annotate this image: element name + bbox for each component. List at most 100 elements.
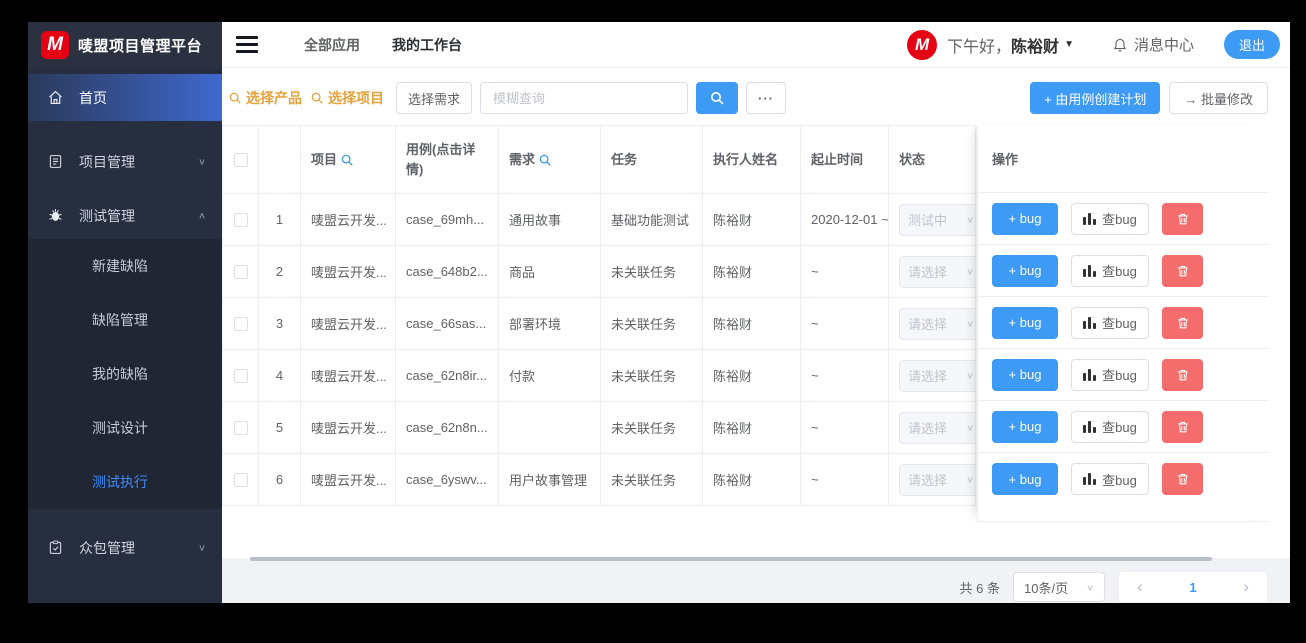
submenu-item-new-defect[interactable]: 新建缺陷 xyxy=(28,239,222,293)
cell-demand: 商品 xyxy=(499,246,601,298)
sidebar-item-test-mgmt[interactable]: 测试管理 ∧ xyxy=(28,192,222,239)
cell-project[interactable]: 唛盟云开发... xyxy=(301,246,396,298)
sidebar-item-project-mgmt[interactable]: 项目管理 ∨ xyxy=(28,138,222,185)
view-bug-button[interactable]: 查bug xyxy=(1071,306,1149,339)
status-select[interactable]: 测试中 ∨ xyxy=(899,203,975,236)
select-product-link[interactable]: 选择产品 xyxy=(228,88,302,108)
submenu-item-test-design[interactable]: 测试设计 xyxy=(28,401,222,455)
view-bug-button[interactable]: 查bug xyxy=(1071,410,1149,443)
prev-page-button[interactable]: ‹ xyxy=(1137,577,1143,597)
view-bug-button[interactable]: 查bug xyxy=(1071,358,1149,391)
status-select[interactable]: 请选择 ∨ xyxy=(899,411,975,444)
cell-usecase[interactable]: case_69mh... xyxy=(396,194,499,246)
cell-usecase[interactable]: case_62n8n... xyxy=(396,402,499,454)
fuzzy-search-input[interactable] xyxy=(480,82,688,114)
create-plan-from-case-button[interactable]: + 由用例创建计划 xyxy=(1030,82,1161,114)
next-page-button[interactable]: › xyxy=(1243,577,1249,597)
submenu-item-test-execution[interactable]: 测试执行 xyxy=(28,455,222,509)
cell-usecase[interactable]: case_66sas... xyxy=(396,298,499,350)
add-bug-button[interactable]: + bug xyxy=(992,254,1058,287)
cell-usecase[interactable]: case_62n8ir... xyxy=(396,350,499,402)
cell-project[interactable]: 唛盟云开发... xyxy=(301,350,396,402)
cell-project[interactable]: 唛盟云开发... xyxy=(301,402,396,454)
search-icon[interactable] xyxy=(340,153,354,167)
view-bug-button[interactable]: 查bug xyxy=(1071,463,1149,495)
cell-project[interactable]: 唛盟云开发... xyxy=(301,194,396,246)
select-demand-button[interactable]: 选择需求 xyxy=(396,82,472,114)
row-checkbox[interactable] xyxy=(233,420,248,435)
delete-button[interactable] xyxy=(1162,254,1203,287)
status-select[interactable]: 请选择 ∨ xyxy=(899,255,975,288)
select-all-checkbox[interactable] xyxy=(233,152,248,167)
tab-all-apps[interactable]: 全部应用 xyxy=(304,35,360,55)
more-filters-button[interactable]: ··· xyxy=(746,82,786,114)
cell-project[interactable]: 唛盟云开发... xyxy=(301,454,396,506)
operations-row: + bug 查bug xyxy=(978,297,1268,349)
submenu-item-defect-mgmt[interactable]: 缺陷管理 xyxy=(28,293,222,347)
table-row: 2 唛盟云开发... case_648b2... 商品 未关联任务 陈裕财 ~ … xyxy=(223,246,976,298)
submenu-item-my-defects[interactable]: 我的缺陷 xyxy=(28,347,222,401)
cell-demand xyxy=(499,402,601,454)
delete-button[interactable] xyxy=(1162,306,1203,339)
add-bug-button[interactable]: + bug xyxy=(992,410,1058,443)
delete-button[interactable] xyxy=(1162,358,1203,391)
row-checkbox[interactable] xyxy=(233,368,248,383)
status-select[interactable]: 请选择 ∨ xyxy=(899,359,975,392)
row-checkbox[interactable] xyxy=(233,264,248,279)
bell-icon xyxy=(1113,38,1127,52)
row-index: 4 xyxy=(259,350,301,402)
cell-task: 未关联任务 xyxy=(601,298,703,350)
search-icon xyxy=(311,92,323,104)
view-bug-button[interactable]: 查bug xyxy=(1071,202,1149,235)
avatar[interactable]: M xyxy=(907,29,938,60)
delete-button[interactable] xyxy=(1162,463,1203,495)
cell-project[interactable]: 唛盟云开发... xyxy=(301,298,396,350)
test-plan-table: 项目 用例(点击详情) 需求 任务 执行人姓名 起止时间 状态 1 唛盟云开发.… xyxy=(222,125,976,506)
sidebar-item-crowdsourcing[interactable]: 众包管理 ∨ xyxy=(28,524,222,571)
username[interactable]: 陈裕财 xyxy=(1011,39,1059,56)
cell-usecase[interactable]: case_6yswv... xyxy=(396,454,499,506)
row-checkbox[interactable] xyxy=(233,472,248,487)
batch-edit-button[interactable]: → 批量修改 xyxy=(1169,82,1268,114)
bar-chart-icon xyxy=(1083,368,1097,381)
tab-my-workbench[interactable]: 我的工作台 xyxy=(392,35,462,55)
view-bug-button[interactable]: 查bug xyxy=(1071,254,1149,287)
row-checkbox[interactable] xyxy=(233,316,248,331)
total-count-label: 共 6 条 xyxy=(959,580,1000,596)
logout-button[interactable]: 退出 xyxy=(1223,30,1280,59)
cell-status: 请选择 ∨ xyxy=(889,402,976,454)
row-checkbox[interactable] xyxy=(233,212,248,227)
current-page[interactable]: 1 xyxy=(1189,580,1196,595)
cell-usecase[interactable]: case_648b2... xyxy=(396,246,499,298)
delete-button[interactable] xyxy=(1162,202,1203,235)
page-size-select[interactable]: 10条/页 ∨ xyxy=(1013,572,1105,602)
col-status: 状态 xyxy=(889,126,976,194)
message-center-link[interactable]: 消息中心 xyxy=(1112,34,1194,55)
chevron-down-icon: ∨ xyxy=(197,543,206,553)
add-bug-button[interactable]: + bug xyxy=(992,358,1058,391)
delete-button[interactable] xyxy=(1162,410,1203,443)
hamburger-menu-icon[interactable] xyxy=(236,36,258,53)
cell-task: 未关联任务 xyxy=(601,454,703,506)
app-title: 唛盟项目管理平台 xyxy=(78,37,203,55)
operations-row: + bug 查bug xyxy=(978,453,1268,505)
add-bug-button[interactable]: + bug xyxy=(992,202,1058,235)
horizontal-scrollbar[interactable] xyxy=(250,557,1212,561)
status-select[interactable]: 请选择 ∨ xyxy=(899,307,975,340)
search-icon[interactable] xyxy=(538,153,552,167)
row-index: 1 xyxy=(259,194,301,246)
cell-task: 未关联任务 xyxy=(601,246,703,298)
top-header: 全部应用 我的工作台 M 下午好，陈裕财 ▼ 消息中心 退出 xyxy=(222,22,1290,68)
search-button[interactable] xyxy=(696,82,738,114)
add-bug-button[interactable]: + bug xyxy=(992,306,1058,339)
sidebar-item-clipped[interactable]: 统计分析 xyxy=(28,594,222,603)
cell-status: 测试中 ∨ xyxy=(889,194,976,246)
status-select[interactable]: 请选择 ∨ xyxy=(899,463,975,496)
select-project-link[interactable]: 选择项目 xyxy=(310,88,384,108)
sidebar-item-home[interactable]: 首页 xyxy=(28,74,222,121)
brand-logo: M xyxy=(41,31,69,59)
user-dropdown-caret-icon[interactable]: ▼ xyxy=(1064,39,1074,50)
add-bug-button[interactable]: + bug xyxy=(992,463,1058,495)
cell-time: ~ xyxy=(801,350,889,402)
col-demand: 需求 xyxy=(499,126,601,194)
